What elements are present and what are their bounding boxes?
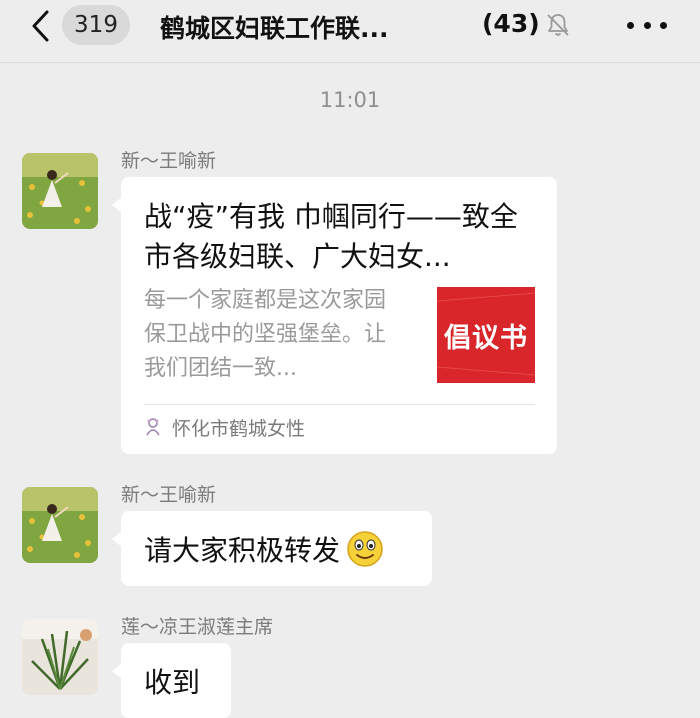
back-button[interactable] (24, 7, 58, 45)
avatar[interactable] (22, 153, 98, 229)
text-message-bubble[interactable]: 收到 (112, 643, 231, 718)
unread-count-badge[interactable]: 319 (62, 5, 130, 45)
dot-icon (660, 21, 667, 29)
dot-icon (643, 21, 651, 29)
avatar[interactable] (22, 487, 98, 563)
card-description: 每一个家庭都是这次家园保卫战中的坚强堡垒。让我们团结一致... (144, 288, 387, 381)
message-text: 请大家积极转发 (144, 534, 341, 567)
link-card-bubble[interactable]: 战“疫”有我 巾帼同行——致全市各级妇联、广大妇女... 每一个家庭都是这次家园… (112, 177, 557, 454)
card-divider (144, 404, 535, 405)
avatar[interactable] (22, 619, 98, 695)
more-options-button[interactable] (627, 10, 667, 40)
member-count: (43) (482, 9, 540, 38)
avatar-plant-image (22, 619, 98, 695)
smile-emoji-icon (347, 531, 383, 567)
chat-header: 319 鹤城区妇联工作联... (43) (0, 0, 700, 63)
message-timestamp: 11:01 (319, 88, 381, 112)
avatar-girl-in-field-image (22, 153, 98, 229)
card-source: 怀化市鹤城女性 (144, 413, 305, 441)
avatar-girl-in-field-image (22, 487, 98, 563)
chat-title[interactable]: 鹤城区妇联工作联... (160, 9, 389, 45)
sender-name: 莲～凉王淑莲主席 (121, 616, 274, 638)
message-text-row: 请大家积极转发 (144, 529, 384, 569)
dot-icon (627, 21, 634, 29)
muted-bell-icon (547, 14, 569, 36)
source-logo-icon (146, 418, 160, 436)
card-thumbnail: 倡议书 (437, 287, 535, 383)
sender-name: 新～王喻新 (121, 484, 217, 506)
sender-name: 新～王喻新 (121, 150, 217, 172)
chevron-left-icon (32, 10, 49, 42)
thumbnail-text: 倡议书 (444, 323, 528, 354)
message-text: 收到 (144, 666, 201, 699)
text-message-bubble[interactable]: 请大家积极转发 (112, 511, 432, 586)
card-title: 战“疫”有我 巾帼同行——致全市各级妇联、广大妇女... (144, 200, 518, 273)
card-source-label: 怀化市鹤城女性 (172, 417, 306, 440)
